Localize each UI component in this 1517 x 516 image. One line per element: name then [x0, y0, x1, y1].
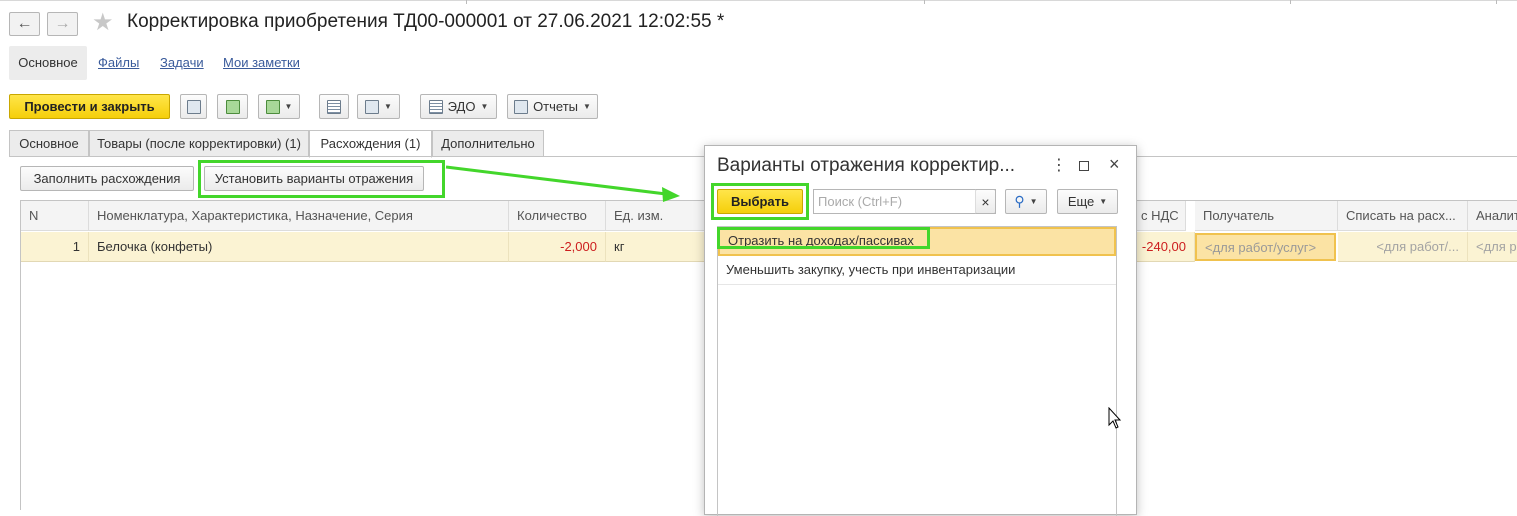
annotation-arrow [445, 165, 680, 202]
mouse-cursor-icon [1108, 407, 1122, 429]
